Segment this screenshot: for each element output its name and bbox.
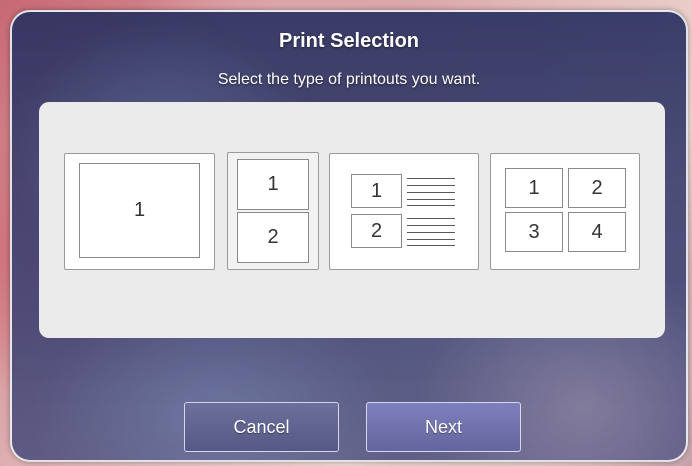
cancel-button[interactable]: Cancel [184, 402, 339, 452]
notes-lines-icon [407, 176, 455, 206]
page-cell: 1 [505, 168, 563, 208]
print-selection-dialog: Print Selection Select the type of print… [10, 10, 688, 462]
dialog-title: Print Selection [278, 30, 420, 52]
page-cell: 2 [568, 168, 626, 208]
layout-option-1-per-page[interactable]: 1 [64, 153, 215, 270]
next-button[interactable]: Next [366, 402, 521, 452]
layout-option-2-per-page[interactable]: 1 2 [227, 152, 319, 270]
dialog-subtitle: Select the type of printouts you want. [217, 71, 481, 88]
page-cell: 1 [351, 174, 402, 208]
page-cell: 2 [351, 214, 402, 248]
layout-options-panel: 1 1 2 1 2 1 2 3 4 [39, 102, 665, 338]
layout-option-4-per-page[interactable]: 1 2 3 4 [490, 153, 640, 270]
layout-option-2-per-page-with-notes[interactable]: 1 2 [329, 153, 479, 270]
notes-lines-icon [407, 216, 455, 246]
page-cell: 4 [568, 212, 626, 252]
page-cell: 1 [79, 163, 200, 258]
page-cell: 3 [505, 212, 563, 252]
page-cell: 1 [237, 159, 309, 210]
page-cell: 2 [237, 212, 309, 263]
